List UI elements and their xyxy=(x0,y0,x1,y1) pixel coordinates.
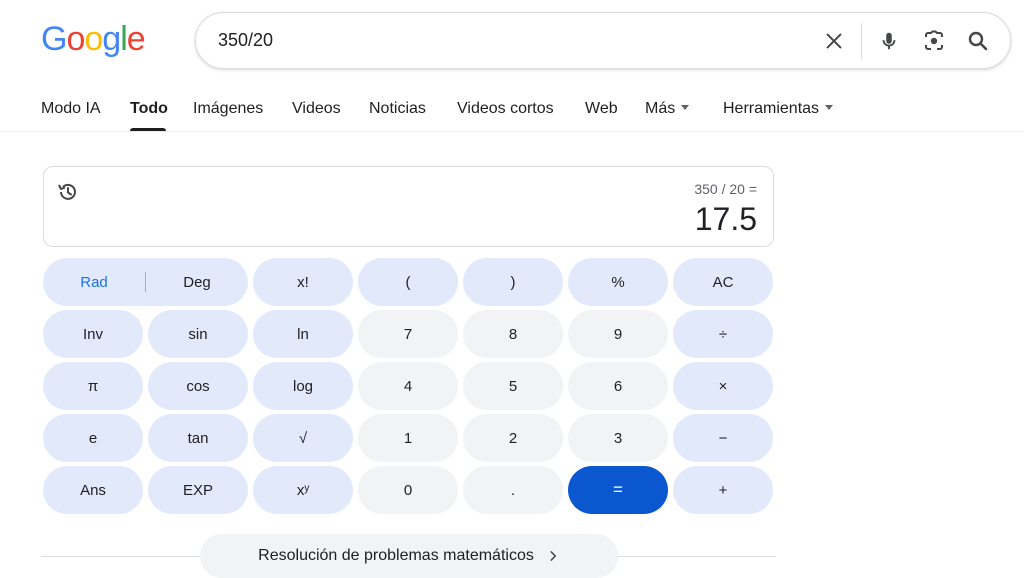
microphone-icon[interactable] xyxy=(875,27,903,55)
tab-imagenes[interactable]: Imágenes xyxy=(193,100,263,118)
logo-letter: G xyxy=(41,20,67,58)
digit-4-button[interactable]: 4 xyxy=(358,362,458,410)
lens-icon[interactable] xyxy=(920,27,948,55)
pi-button[interactable]: π xyxy=(43,362,143,410)
power-button[interactable]: xʸ xyxy=(253,466,353,514)
percent-button[interactable]: % xyxy=(568,258,668,306)
divide-button[interactable]: ÷ xyxy=(673,310,773,358)
tab-label: Videos cortos xyxy=(457,100,554,117)
close-paren-button[interactable]: ) xyxy=(463,258,563,306)
logo-letter: o xyxy=(84,20,103,58)
multiply-button[interactable]: × xyxy=(673,362,773,410)
caret-down-icon xyxy=(825,105,834,111)
logo-letter: e xyxy=(126,20,146,58)
digit-5-button[interactable]: 5 xyxy=(463,362,563,410)
logo-letter: g xyxy=(102,20,121,58)
search-icon[interactable] xyxy=(964,27,992,55)
log-button[interactable]: log xyxy=(253,362,353,410)
calculator-result: 17.5 xyxy=(694,201,757,237)
cos-button[interactable]: cos xyxy=(148,362,248,410)
sqrt-button[interactable]: √ xyxy=(253,414,353,462)
math-solver-label: Resolución de problemas matemáticos xyxy=(258,547,534,564)
tab-label: Todo xyxy=(130,100,168,117)
digit-7-button[interactable]: 7 xyxy=(358,310,458,358)
tab-modo-ia[interactable]: Modo IA xyxy=(41,100,101,118)
inverse-button[interactable]: Inv xyxy=(43,310,143,358)
search-divider xyxy=(861,23,862,59)
history-icon[interactable] xyxy=(56,180,80,204)
subtract-button[interactable]: − xyxy=(673,414,773,462)
sin-button[interactable]: sin xyxy=(148,310,248,358)
ln-button[interactable]: ln xyxy=(253,310,353,358)
tab-label: Noticias xyxy=(369,100,426,117)
tab-videos-cortos[interactable]: Videos cortos xyxy=(457,100,554,118)
ans-button[interactable]: Ans xyxy=(43,466,143,514)
chevron-right-icon xyxy=(546,549,560,563)
rad-button[interactable]: Rad xyxy=(43,258,145,306)
tab-label: Videos xyxy=(292,100,341,117)
tab-label: Modo IA xyxy=(41,100,101,117)
logo-letter: o xyxy=(66,20,85,58)
tab-mas[interactable]: Más xyxy=(645,100,690,118)
tab-noticias[interactable]: Noticias xyxy=(369,100,426,118)
close-icon[interactable] xyxy=(820,27,848,55)
digit-1-button[interactable]: 1 xyxy=(358,414,458,462)
tabs-divider xyxy=(0,131,1024,132)
calculator-display: 350 / 20 = 17.5 xyxy=(43,166,774,247)
caret-down-icon xyxy=(681,105,690,111)
digit-0-button[interactable]: 0 xyxy=(358,466,458,514)
tab-label: Imágenes xyxy=(193,100,264,117)
tab-videos[interactable]: Videos xyxy=(292,100,341,118)
tab-todo[interactable]: Todo xyxy=(130,100,168,118)
tan-button[interactable]: tan xyxy=(148,414,248,462)
tab-label: Más xyxy=(645,100,676,117)
open-paren-button[interactable]: ( xyxy=(358,258,458,306)
deg-button[interactable]: Deg xyxy=(146,258,248,306)
tab-label: Web xyxy=(585,100,618,117)
tab-web[interactable]: Web xyxy=(585,100,618,118)
math-solver-button[interactable]: Resolución de problemas matemáticos xyxy=(200,534,618,578)
search-box: 350/20 xyxy=(195,12,1011,69)
calculator-expression: 350 / 20 = xyxy=(694,181,757,197)
digit-2-button[interactable]: 2 xyxy=(463,414,563,462)
add-button[interactable]: + xyxy=(673,466,773,514)
exp-button[interactable]: EXP xyxy=(148,466,248,514)
digit-6-button[interactable]: 6 xyxy=(568,362,668,410)
decimal-button[interactable]: . xyxy=(463,466,563,514)
equals-button[interactable]: = xyxy=(568,466,668,514)
digit-9-button[interactable]: 9 xyxy=(568,310,668,358)
euler-button[interactable]: e xyxy=(43,414,143,462)
search-input[interactable]: 350/20 xyxy=(218,30,273,51)
tab-herramientas[interactable]: Herramientas xyxy=(723,100,834,118)
all-clear-button[interactable]: AC xyxy=(673,258,773,306)
tab-label: Herramientas xyxy=(723,100,820,117)
factorial-button[interactable]: x! xyxy=(253,258,353,306)
angle-mode-toggle: Rad Deg xyxy=(43,258,248,306)
digit-3-button[interactable]: 3 xyxy=(568,414,668,462)
digit-8-button[interactable]: 8 xyxy=(463,310,563,358)
google-logo[interactable]: Google xyxy=(41,20,146,59)
